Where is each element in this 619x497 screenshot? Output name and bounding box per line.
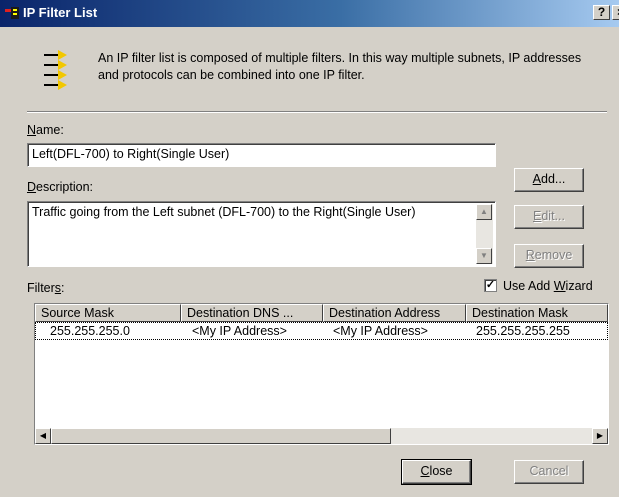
window-close-button[interactable]: × (612, 5, 619, 20)
column-header-destination-mask[interactable]: Destination Mask (466, 304, 608, 322)
cell-destination-dns: <My IP Address> (192, 324, 287, 338)
name-label: Name: (27, 123, 64, 137)
scroll-up-icon[interactable]: ▲ (476, 204, 492, 220)
filters-list[interactable]: Source Mask Destination DNS ... Destinat… (34, 303, 609, 445)
table-row[interactable]: 255.255.255.0 <My IP Address> <My IP Add… (35, 322, 608, 340)
filters-horizontal-scrollbar[interactable]: ◀ ▶ (35, 428, 608, 444)
cell-destination-mask: 255.255.255.255 (476, 324, 570, 338)
description-label: Description: (27, 180, 94, 194)
intro-text: An IP filter list is composed of multipl… (98, 51, 582, 82)
filter-list-icon (44, 50, 67, 90)
column-header-destination-address[interactable]: Destination Address (323, 304, 466, 322)
separator (27, 111, 607, 113)
use-add-wizard-label[interactable]: Use Add Wizard (503, 279, 593, 293)
cancel-button[interactable]: Cancel (514, 460, 584, 484)
scroll-left-icon[interactable]: ◀ (35, 428, 51, 444)
filters-label: Filters: (27, 281, 65, 295)
remove-button[interactable]: Remove (514, 244, 584, 268)
scroll-right-icon[interactable]: ▶ (592, 428, 608, 444)
cell-source-mask: 255.255.255.0 (50, 324, 130, 338)
scrollbar-thumb[interactable] (51, 428, 391, 444)
title-bar[interactable]: IP Filter List ? × (0, 0, 619, 27)
use-add-wizard-checkbox[interactable]: ✓ (484, 279, 497, 292)
cell-destination-address: <My IP Address> (333, 324, 428, 338)
column-header-source-mask[interactable]: Source Mask (35, 304, 181, 322)
ip-filter-app-icon (5, 7, 19, 19)
window-title: IP Filter List (23, 5, 98, 20)
description-field[interactable]: Traffic going from the Left subnet (DFL-… (27, 201, 496, 267)
edit-button[interactable]: Edit... (514, 205, 584, 229)
add-button[interactable]: Add... (514, 168, 584, 192)
close-button[interactable]: Close (401, 459, 472, 485)
name-field[interactable]: Left(DFL-700) to Right(Single User) (27, 143, 496, 167)
scroll-down-icon[interactable]: ▼ (476, 248, 492, 264)
column-header-destination-dns[interactable]: Destination DNS ... (181, 304, 323, 322)
description-text: Traffic going from the Left subnet (DFL-… (32, 205, 416, 219)
description-scrollbar[interactable]: ▲ ▼ (476, 204, 493, 264)
help-button[interactable]: ? (593, 5, 610, 20)
